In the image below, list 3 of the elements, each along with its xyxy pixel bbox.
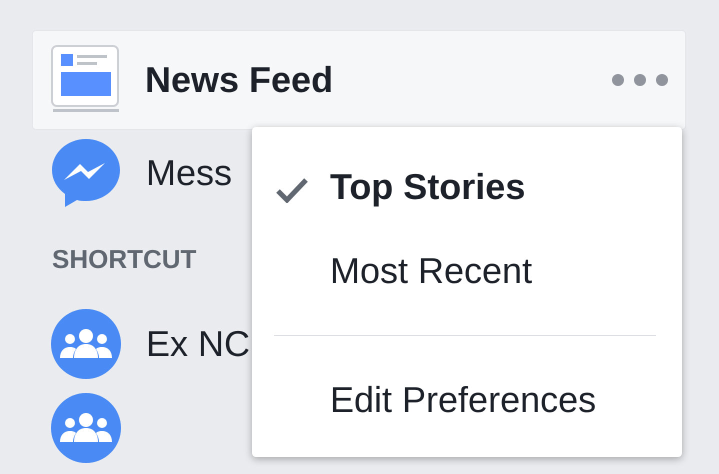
- news-feed-label: News Feed: [145, 59, 334, 101]
- section-heading: SHORTCUT: [51, 242, 196, 276]
- item-label: Mess: [146, 152, 232, 194]
